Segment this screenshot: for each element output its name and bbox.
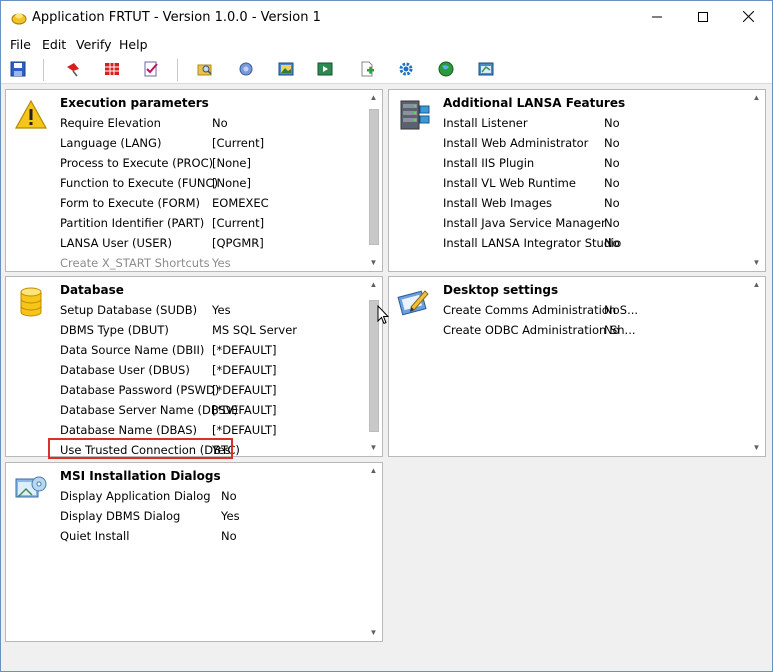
- list-item[interactable]: Function to Execute (FUNC) [None]: [60, 176, 360, 194]
- scroll-down-arrow-icon[interactable]: ▼: [749, 441, 764, 455]
- application-window: Application FRTUT - Version 1.0.0 - Vers…: [0, 0, 773, 672]
- minimize-button[interactable]: [634, 1, 680, 34]
- list-item[interactable]: Language (LANG) [Current]: [60, 136, 360, 154]
- panel-title: Additional LANSA Features: [443, 96, 626, 110]
- vertical-scrollbar[interactable]: ▲ ▼: [749, 91, 764, 270]
- toolbar: [1, 54, 772, 84]
- scroll-thumb[interactable]: [369, 109, 379, 245]
- window-title: Application FRTUT - Version 1.0.0 - Vers…: [32, 10, 321, 25]
- minimize-icon: [652, 16, 662, 18]
- list-item[interactable]: Setup Database (SUDB) Yes: [60, 303, 360, 321]
- panel-execution-parameters: Execution parameters Require Elevation No…: [5, 89, 383, 272]
- scroll-down-arrow-icon[interactable]: ▼: [366, 441, 381, 455]
- vertical-scrollbar[interactable]: ▲ ▼: [749, 278, 764, 455]
- desktop-settings-icon: [397, 290, 429, 316]
- scroll-down-arrow-icon[interactable]: ▼: [366, 256, 381, 270]
- list-item[interactable]: Partition Identifier (PART) [Current]: [60, 216, 360, 234]
- window-icon[interactable]: [478, 61, 494, 77]
- panel-database: Database Setup Database (SUDB) Yes DBMS T…: [5, 276, 383, 459]
- list-item[interactable]: Database Password (PSWD) [*DEFAULT]: [60, 383, 360, 401]
- title-bar: Application FRTUT - Version 1.0.0 - Vers…: [1, 1, 772, 34]
- menu-bar: File Edit Verify Help: [1, 34, 772, 54]
- maximize-icon: [698, 12, 708, 22]
- component-icon[interactable]: [238, 61, 254, 77]
- list-item[interactable]: Install Listener No: [443, 116, 743, 134]
- list-item[interactable]: Install IIS Plugin No: [443, 156, 743, 174]
- panel-title: Database: [60, 283, 124, 297]
- list-item[interactable]: LANSA User (USER) [QPGMR]: [60, 236, 360, 254]
- list-item[interactable]: Install LANSA Integrator Studio No: [443, 236, 743, 254]
- list-item[interactable]: Create ODBC Administration Sh... No: [443, 323, 743, 341]
- save-icon[interactable]: [10, 61, 26, 77]
- panel-msi-installation-dialogs: MSI Installation Dialogs Display Applica…: [5, 462, 383, 642]
- scroll-up-arrow-icon[interactable]: ▲: [366, 464, 381, 478]
- menu-verify[interactable]: Verify: [76, 37, 111, 52]
- globe-icon[interactable]: [438, 61, 454, 77]
- mouse-cursor-icon: [377, 305, 389, 325]
- scroll-up-arrow-icon[interactable]: ▲: [749, 278, 764, 292]
- scroll-down-arrow-icon[interactable]: ▼: [366, 626, 381, 640]
- list-item[interactable]: Install Web Administrator No: [443, 136, 743, 154]
- highlight-annotation: [48, 438, 233, 459]
- list-item[interactable]: Require Elevation No: [60, 116, 360, 134]
- database-icon: [20, 287, 42, 317]
- list-item[interactable]: Install VL Web Runtime No: [443, 176, 743, 194]
- menu-file[interactable]: File: [10, 37, 31, 52]
- list-item[interactable]: Install Web Images No: [443, 196, 743, 214]
- add-file-icon[interactable]: [359, 61, 375, 77]
- list-item[interactable]: Process to Execute (PROC) [None]: [60, 156, 360, 174]
- warning-icon: [14, 99, 48, 129]
- toolbar-separator: [177, 59, 178, 81]
- menu-help[interactable]: Help: [119, 37, 148, 52]
- scroll-up-arrow-icon[interactable]: ▲: [366, 91, 381, 105]
- install-dialog-icon: [15, 476, 47, 498]
- maximize-button[interactable]: [680, 1, 726, 34]
- list-item[interactable]: Database User (DBUS) [*DEFAULT]: [60, 363, 360, 381]
- scroll-up-arrow-icon[interactable]: ▲: [749, 91, 764, 105]
- gear-icon[interactable]: [398, 61, 414, 77]
- close-icon: [742, 10, 754, 23]
- toolbar-separator: [43, 59, 44, 81]
- scroll-up-arrow-icon[interactable]: ▲: [366, 278, 381, 292]
- close-button[interactable]: [725, 1, 771, 34]
- list-item[interactable]: Data Source Name (DBII) [*DEFAULT]: [60, 343, 360, 361]
- panel-title: Execution parameters: [60, 96, 209, 110]
- list-item[interactable]: Create Comms Administration S... No: [443, 303, 743, 321]
- media-icon[interactable]: [317, 61, 333, 77]
- verify-icon[interactable]: [143, 61, 159, 77]
- panel-additional-lansa-features: Additional LANSA Features Install Listen…: [388, 89, 766, 272]
- vertical-scrollbar[interactable]: ▲ ▼: [366, 91, 381, 270]
- panel-title: MSI Installation Dialogs: [60, 469, 221, 483]
- list-item[interactable]: Quiet Install No: [60, 529, 360, 547]
- image-icon[interactable]: [278, 61, 294, 77]
- list-item[interactable]: Database Server Name (DBSV) [*DEFAULT]: [60, 403, 360, 421]
- server-icon: [400, 100, 430, 130]
- menu-edit[interactable]: Edit: [42, 37, 66, 52]
- list-item[interactable]: Display Application Dialog No: [60, 489, 360, 507]
- list-item[interactable]: Display DBMS Dialog Yes: [60, 509, 360, 527]
- panel-title: Desktop settings: [443, 283, 559, 297]
- panel-desktop-settings: Desktop settings Create Comms Administra…: [388, 276, 766, 457]
- list-item[interactable]: Install Java Service Manager No: [443, 216, 743, 234]
- list-item[interactable]: DBMS Type (DBUT) MS SQL Server: [60, 323, 360, 341]
- list-item[interactable]: Create X_START Shortcuts Yes: [60, 256, 360, 271]
- grid-icon[interactable]: [104, 61, 120, 77]
- pin-icon[interactable]: [65, 61, 81, 77]
- folder-search-icon[interactable]: [197, 61, 213, 77]
- list-item[interactable]: Form to Execute (FORM) EOMEXEC: [60, 196, 360, 214]
- vertical-scrollbar[interactable]: ▲ ▼: [366, 464, 381, 640]
- scroll-down-arrow-icon[interactable]: ▼: [749, 256, 764, 270]
- app-icon: [11, 13, 27, 25]
